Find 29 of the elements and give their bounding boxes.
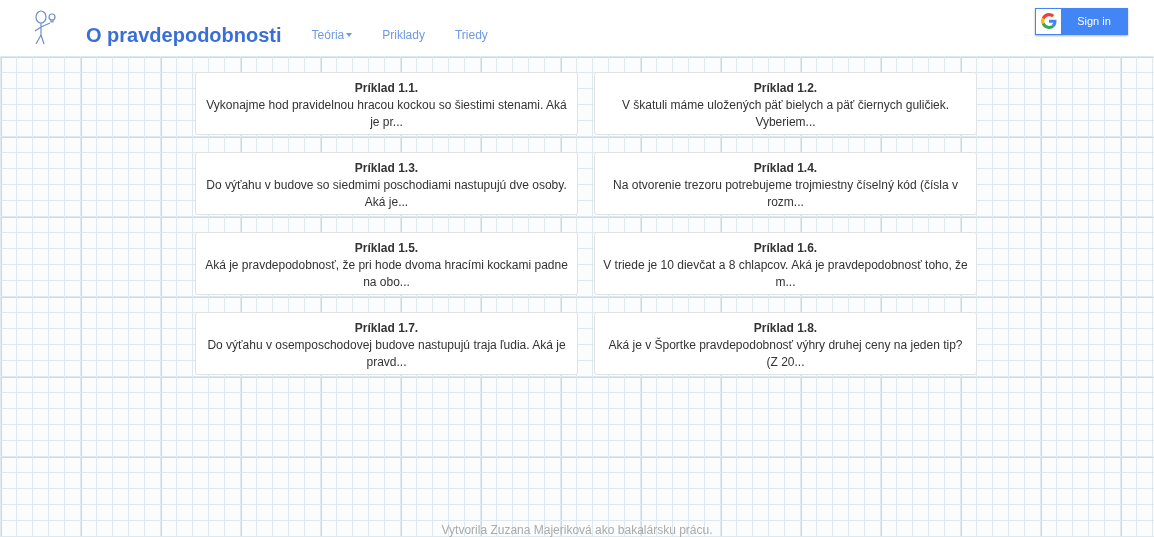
- example-title: Príklad 1.4.: [752, 160, 819, 177]
- example-card[interactable]: Príklad 1.5. Aká je pravdepodobnosť, že pri hode dvoma hracími kockami padne na obo...: [195, 232, 578, 295]
- example-title: Príklad 1.7.: [353, 320, 420, 337]
- example-title: Príklad 1.2.: [752, 80, 819, 97]
- example-card[interactable]: Príklad 1.6. V triede je 10 dievčat a 8 chlapcov. Aká je pravdepodobnosť toho, že m...: [594, 232, 977, 295]
- example-card[interactable]: Príklad 1.3. Do výťahu v budove so siedmimi poschodiami nastupujú dve osoby. Aká je...: [195, 152, 578, 215]
- example-title: Príklad 1.1.: [353, 80, 420, 97]
- example-card[interactable]: Príklad 1.4. Na otvorenie trezoru potrebujeme trojmiestny číselný kód (čísla v rozm...: [594, 152, 977, 215]
- example-description: V triede je 10 dievčat a 8 chlapcov. Aká je pravdepodobnosť toho, že m...: [603, 257, 968, 291]
- example-description: Do výťahu v osemposchodovej budove nastupujú traja ľudia. Aká je pravd...: [206, 337, 567, 371]
- footer-credit: Vytvorila Zuzana Majeriková ako bakalársku prácu.: [441, 523, 713, 537]
- example-title: Príklad 1.5.: [353, 240, 420, 257]
- caret-icon: [346, 33, 353, 37]
- example-description: Na otvorenie trezoru potrebujeme trojmiestny číselný kód (čísla v rozm...: [612, 177, 959, 211]
- example-card[interactable]: Príklad 1.2. V škatuli máme uložených päť bielych a päť čiernych guličiek. Vyberiem...: [594, 72, 977, 135]
- example-title: Príklad 1.8.: [752, 320, 819, 337]
- example-description: Aká je pravdepodobnosť, že pri hode dvoma hracími kockami padne na obo...: [204, 257, 569, 291]
- example-description: V škatuli máme uložených päť bielych a päť čiernych guličiek. Vyberiem...: [620, 97, 951, 131]
- example-description: Aká je v Športke pravdepodobnosť výhry druhej ceny na jeden tip? (Z 20...: [607, 337, 964, 371]
- example-title: Príklad 1.3.: [353, 160, 420, 177]
- example-card[interactable]: Príklad 1.7. Do výťahu v osemposchodovej budove nastupujú traja ľudia. Aká je pravd...: [195, 312, 578, 375]
- google-g-icon: [1040, 13, 1057, 29]
- example-card[interactable]: Príklad 1.1. Vykonajme hod pravidelnou hracou kockou so šiestimi stenami. Aká je pr...: [195, 72, 578, 135]
- google-sign-in-button[interactable]: Sign in: [1035, 7, 1128, 35]
- example-title: Príklad 1.6.: [752, 240, 819, 257]
- example-description: Do výťahu v budove so siedmimi poschodiami nastupujú dve osoby. Aká je...: [205, 177, 568, 211]
- example-card[interactable]: Príklad 1.8. Aká je v Športke pravdepodobnosť výhry druhej ceny na jeden tip? (Z 20...: [594, 312, 977, 375]
- example-description: Vykonajme hod pravidelnou hracou kockou so šiestimi stenami. Aká je pr...: [205, 97, 568, 131]
- site-title[interactable]: O pravdepodobnosti: [86, 20, 282, 50]
